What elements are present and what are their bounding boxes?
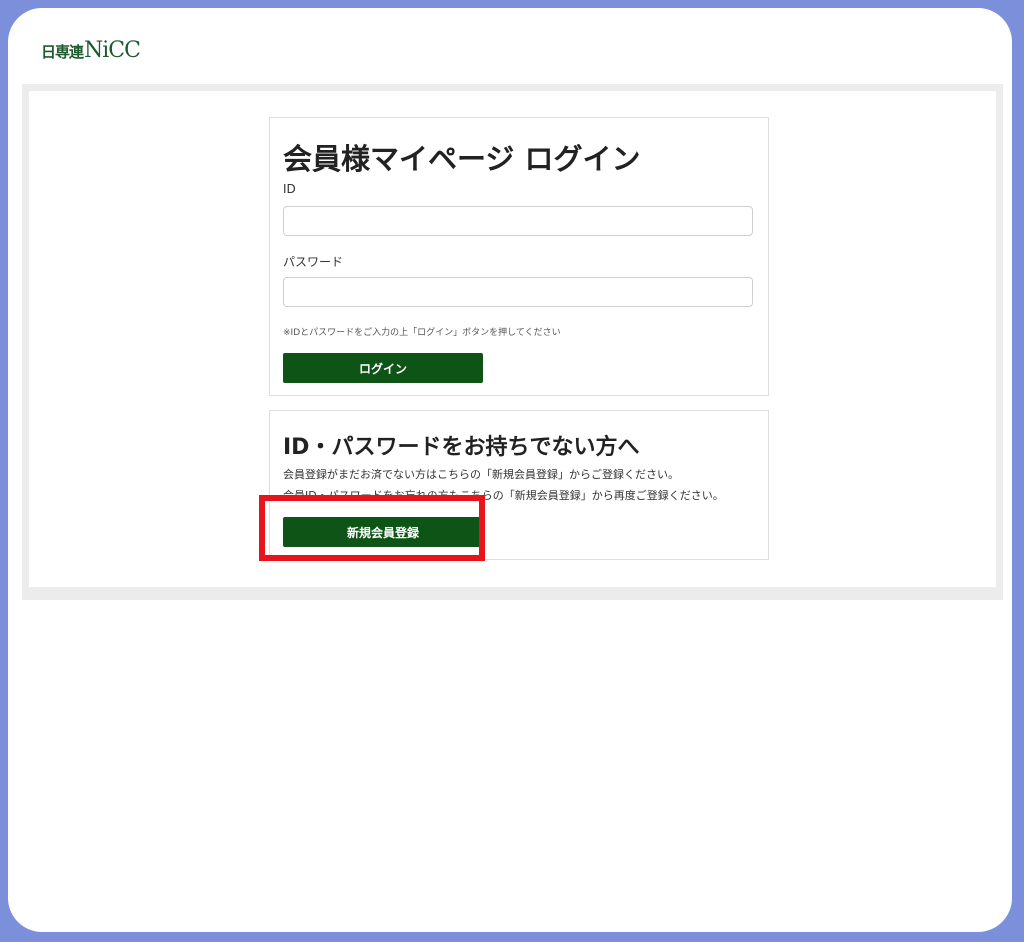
id-input[interactable] <box>283 206 753 236</box>
content-band: 会員様マイページ ログイン ID パスワード ※IDとパスワードをご入力の上「ロ… <box>22 84 1003 600</box>
id-label: ID <box>283 182 296 196</box>
logo-text-jp: 日専連 <box>41 43 84 61</box>
register-button-highlight <box>259 495 485 561</box>
login-title: 会員様マイページ ログイン <box>283 142 641 176</box>
page-frame: 日専連 NiCC 会員様マイページ ログイン ID パスワード ※IDとパスワー… <box>8 8 1012 932</box>
nicc-logo[interactable]: 日専連 NiCC <box>41 38 141 66</box>
login-note: ※IDとパスワードをご入力の上「ログイン」ボタンを押してください <box>283 328 561 338</box>
register-desc-1: 会員登録がまだお済でない方はこちらの「新規会員登録」からご登録ください。 <box>283 468 679 481</box>
logo-text-en: NiCC <box>84 38 141 63</box>
register-title: ID・パスワードをお持ちでない方へ <box>283 435 640 460</box>
password-label: パスワード <box>283 255 344 269</box>
login-card: 会員様マイページ ログイン ID パスワード ※IDとパスワードをご入力の上「ロ… <box>269 117 769 396</box>
password-input[interactable] <box>283 277 753 307</box>
content-area: 会員様マイページ ログイン ID パスワード ※IDとパスワードをご入力の上「ロ… <box>29 91 996 587</box>
login-button[interactable]: ログイン <box>283 353 483 383</box>
